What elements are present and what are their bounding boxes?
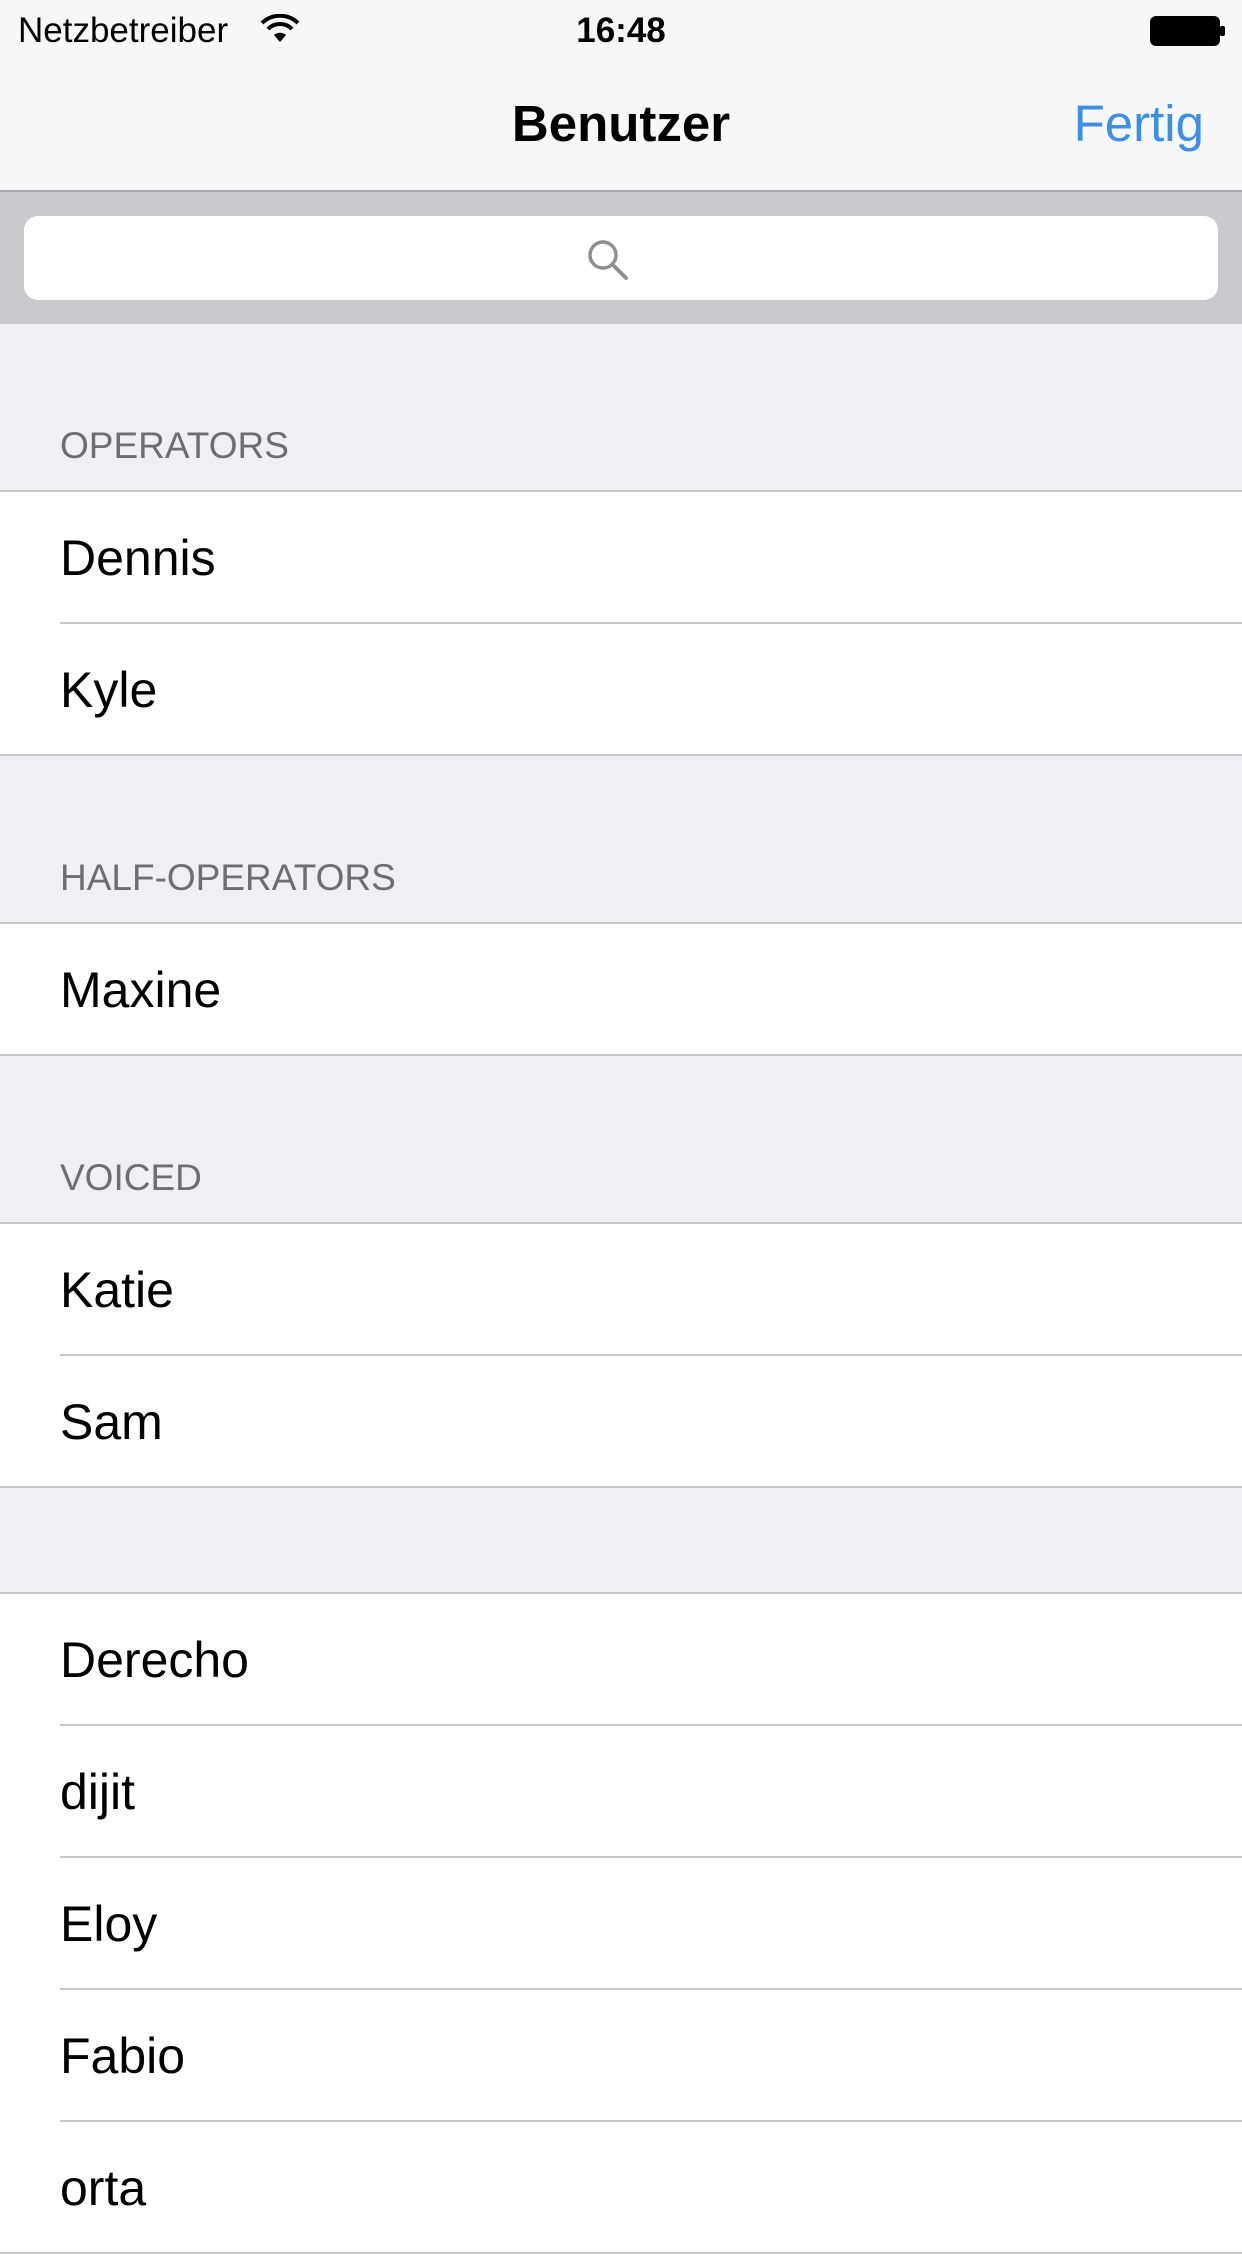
section-header-label: HALF-OPERATORS	[60, 857, 396, 898]
user-row[interactable]: Maxine	[0, 924, 1242, 1056]
user-row[interactable]: Dennis	[0, 492, 1242, 624]
status-bar: Netzbetreiber 16:48	[0, 0, 1242, 62]
section-header: OPERATORS	[0, 324, 1242, 492]
user-row[interactable]: Fabio	[0, 1990, 1242, 2122]
user-row[interactable]: Eloy	[0, 1858, 1242, 1990]
section-header: VOICED	[0, 1056, 1242, 1224]
section-rows: Derecho dijit Eloy Fabio orta	[0, 1594, 1242, 2254]
search-input[interactable]	[24, 216, 1218, 300]
navigation-bar: Benutzer Fertig	[0, 62, 1242, 192]
user-name: Derecho	[60, 1632, 249, 1688]
section-header	[0, 1488, 1242, 1594]
battery-icon	[1150, 16, 1225, 46]
user-row[interactable]: Kyle	[0, 624, 1242, 756]
section-rows: Dennis Kyle	[0, 492, 1242, 756]
user-name: Katie	[60, 1262, 174, 1318]
status-time: 16:48	[576, 11, 666, 50]
user-name: Dennis	[60, 530, 216, 586]
user-row[interactable]: Derecho	[0, 1594, 1242, 1726]
user-name: Fabio	[60, 2028, 186, 2084]
user-name: Kyle	[60, 662, 158, 718]
user-row[interactable]: Sam	[0, 1356, 1242, 1488]
user-name: Eloy	[60, 1896, 158, 1952]
user-row[interactable]: orta	[0, 2122, 1242, 2254]
user-row[interactable]: dijit	[0, 1726, 1242, 1858]
section-header-label: VOICED	[60, 1157, 202, 1198]
search-bar	[0, 192, 1242, 324]
user-name: orta	[60, 2160, 147, 2216]
section-rows: Katie Sam	[0, 1224, 1242, 1488]
user-name: Sam	[60, 1394, 163, 1450]
user-name: dijit	[60, 1764, 136, 1820]
page-title: Benutzer	[511, 95, 731, 152]
section-rows: Maxine	[0, 924, 1242, 1056]
user-row[interactable]: Katie	[0, 1224, 1242, 1356]
section-header-label: OPERATORS	[60, 425, 289, 466]
done-button[interactable]: Fertig	[1074, 92, 1204, 156]
user-name: Maxine	[60, 962, 222, 1018]
section-header: HALF-OPERATORS	[0, 756, 1242, 924]
